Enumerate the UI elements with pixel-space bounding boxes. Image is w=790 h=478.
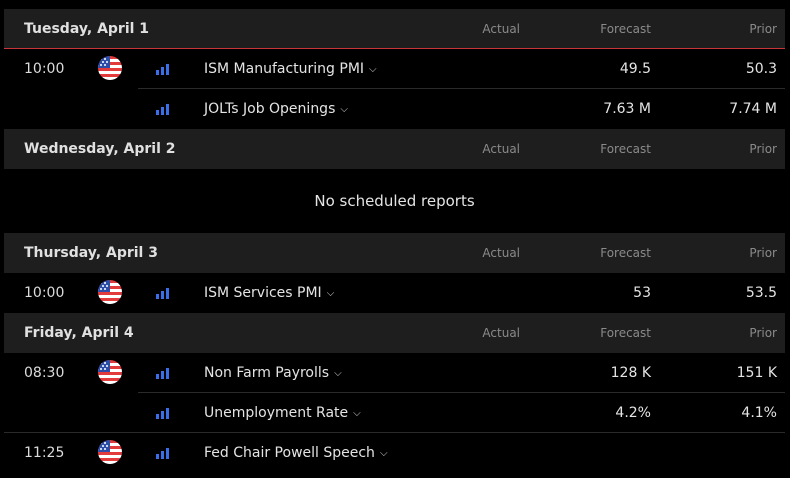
- event-prior: 7.74 M: [729, 101, 777, 117]
- event-row[interactable]: JOLTs Job Openings ⌵ 7.63 M 7.74 M: [4, 89, 785, 129]
- day-header: Tuesday, April 1 Actual Forecast Prior: [4, 9, 785, 49]
- us-flag-icon: [98, 440, 122, 464]
- importance-bars-icon: [156, 103, 170, 115]
- event-prior: 4.1%: [741, 405, 777, 421]
- chevron-down-icon[interactable]: ⌵: [334, 354, 342, 394]
- column-forecast[interactable]: Forecast: [559, 129, 651, 169]
- no-reports-message: No scheduled reports: [314, 192, 475, 210]
- event-prior: 151 K: [736, 365, 777, 381]
- chevron-down-icon[interactable]: ⌵: [340, 90, 348, 130]
- column-actual[interactable]: Actual: [444, 233, 520, 273]
- event-time: 08:30: [24, 365, 65, 381]
- event-row[interactable]: 10:00 ISM Manufacturing PMI ⌵ 49.5 50.3: [4, 49, 785, 89]
- column-actual[interactable]: Actual: [444, 129, 520, 169]
- event-time: 10:00: [24, 285, 65, 301]
- economic-calendar: Tuesday, April 1 Actual Forecast Prior 1…: [4, 9, 785, 473]
- day-header: Friday, April 4 Actual Forecast Prior: [4, 313, 785, 353]
- event-time: 10:00: [24, 61, 65, 77]
- event-row[interactable]: 10:00 ISM Services PMI ⌵ 53 53.5: [4, 273, 785, 313]
- event-name[interactable]: ISM Manufacturing PMI ⌵: [204, 49, 377, 91]
- event-prior: 50.3: [745, 61, 777, 77]
- importance-bars-icon: [156, 367, 170, 379]
- column-prior[interactable]: Prior: [684, 9, 777, 49]
- event-name[interactable]: JOLTs Job Openings ⌵: [204, 89, 348, 131]
- event-forecast: 128 K: [610, 365, 651, 381]
- day-title: Tuesday, April 1: [24, 21, 150, 37]
- us-flag-icon: [98, 280, 122, 304]
- column-prior[interactable]: Prior: [684, 233, 777, 273]
- column-forecast[interactable]: Forecast: [559, 233, 651, 273]
- chevron-down-icon[interactable]: ⌵: [380, 434, 388, 474]
- event-name[interactable]: Fed Chair Powell Speech ⌵: [204, 433, 388, 475]
- day-title: Thursday, April 3: [24, 245, 158, 261]
- column-forecast[interactable]: Forecast: [559, 313, 651, 353]
- chevron-down-icon[interactable]: ⌵: [369, 50, 377, 90]
- event-row[interactable]: 11:25 Fed Chair Powell Speech ⌵: [4, 433, 785, 473]
- importance-bars-icon: [156, 407, 170, 419]
- event-name[interactable]: Non Farm Payrolls ⌵: [204, 353, 342, 395]
- day-header: Wednesday, April 2 Actual Forecast Prior: [4, 129, 785, 169]
- importance-bars-icon: [156, 447, 170, 459]
- importance-bars-icon: [156, 63, 170, 75]
- day-title: Wednesday, April 2: [24, 141, 176, 157]
- event-row[interactable]: 08:30 Non Farm Payrolls ⌵ 128 K 151 K: [4, 353, 785, 393]
- chevron-down-icon[interactable]: ⌵: [327, 274, 335, 314]
- column-prior[interactable]: Prior: [684, 313, 777, 353]
- column-actual[interactable]: Actual: [444, 9, 520, 49]
- day-header: Thursday, April 3 Actual Forecast Prior: [4, 233, 785, 273]
- event-name[interactable]: Unemployment Rate ⌵: [204, 393, 361, 435]
- event-forecast: 4.2%: [615, 405, 651, 421]
- event-row[interactable]: Unemployment Rate ⌵ 4.2% 4.1%: [4, 393, 785, 433]
- event-forecast: 7.63 M: [603, 101, 651, 117]
- importance-bars-icon: [156, 287, 170, 299]
- day-title: Friday, April 4: [24, 325, 134, 341]
- event-prior: 53.5: [745, 285, 777, 301]
- us-flag-icon: [98, 56, 122, 80]
- column-forecast[interactable]: Forecast: [559, 9, 651, 49]
- chevron-down-icon[interactable]: ⌵: [353, 394, 361, 434]
- us-flag-icon: [98, 360, 122, 384]
- column-actual[interactable]: Actual: [444, 313, 520, 353]
- column-prior[interactable]: Prior: [684, 129, 777, 169]
- event-name[interactable]: ISM Services PMI ⌵: [204, 273, 334, 315]
- event-forecast: 53: [633, 285, 651, 301]
- event-forecast: 49.5: [619, 61, 651, 77]
- event-time: 11:25: [24, 445, 65, 461]
